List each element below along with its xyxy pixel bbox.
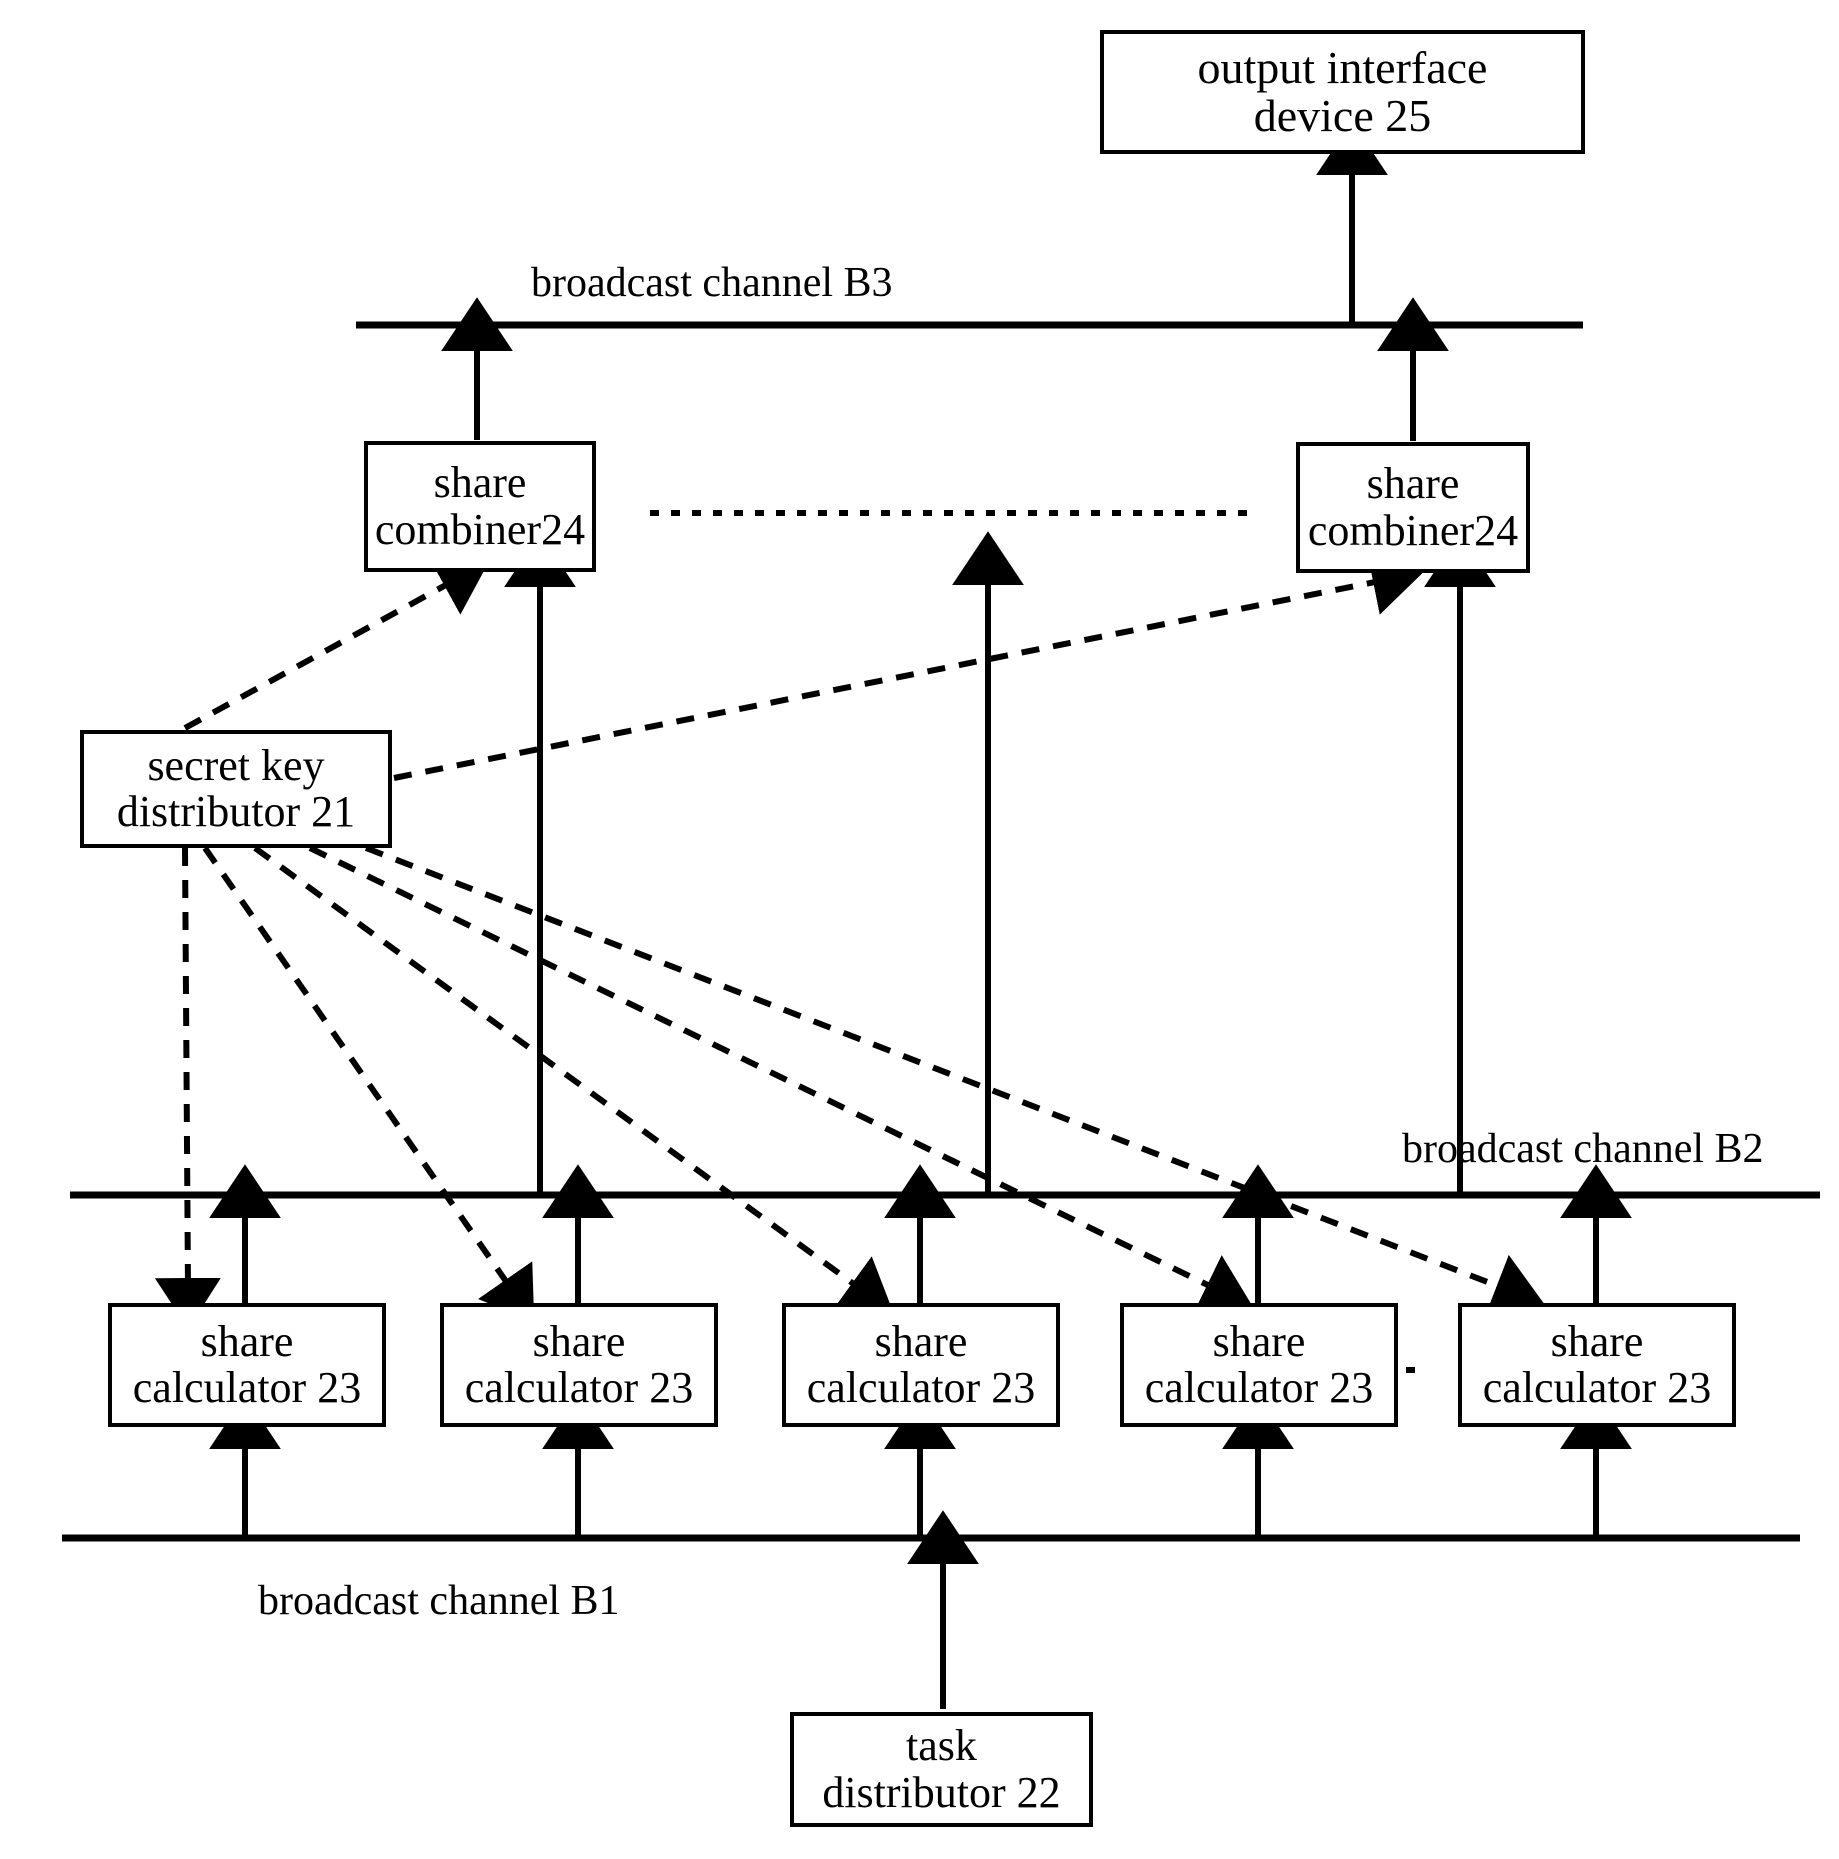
broadcast-channel-b2-label: broadcast channel B2 <box>1402 1126 1764 1172</box>
share-calculator-box-4[interactable]: share calculator 23 <box>1120 1303 1398 1427</box>
dashed-key-to-calculator-3 <box>253 845 894 1313</box>
secret-key-distributor-box[interactable]: secret key distributor 21 <box>80 730 392 848</box>
share-calculator-box-1[interactable]: share calculator 23 <box>108 1303 386 1427</box>
dashed-key-to-combiner-left <box>183 556 490 731</box>
share-calculator-2-line1: share <box>532 1316 626 1366</box>
share-combiner-left-line1: share <box>433 458 527 508</box>
share-combiner-left-line2: combiner24 <box>374 504 586 554</box>
share-calculator-3-line2: calculator 23 <box>806 1363 1036 1412</box>
output-interface-device-box[interactable]: output interface device 25 <box>1100 30 1585 154</box>
share-calculator-1-line2: calculator 23 <box>132 1363 362 1412</box>
share-calculator-5-line2: calculator 23 <box>1482 1363 1712 1412</box>
task-distributor-line1: task <box>906 1721 977 1771</box>
share-combiner-right-box[interactable]: share combiner24 <box>1296 442 1530 573</box>
share-calculator-box-5[interactable]: share calculator 23 <box>1458 1303 1736 1427</box>
dashed-key-to-calculator-4 <box>308 845 1254 1315</box>
output-interface-device-line1: output interface <box>1197 41 1488 93</box>
share-calculator-2-line2: calculator 23 <box>464 1363 694 1412</box>
share-calculator-1-line1: share <box>200 1316 294 1366</box>
share-combiner-left-box[interactable]: share combiner24 <box>364 441 596 572</box>
figure-canvas: output interface device 25 share combine… <box>0 0 1839 1859</box>
share-calculator-5-line1: share <box>1550 1316 1644 1366</box>
task-distributor-line2: distributor 22 <box>822 1767 1061 1817</box>
secret-key-distributor-line1: secret key <box>147 740 325 790</box>
dashed-key-to-calculator-2 <box>202 846 535 1323</box>
share-combiner-right-line1: share <box>1366 459 1460 509</box>
task-distributor-box[interactable]: task distributor 22 <box>790 1712 1093 1827</box>
share-calculator-4-line1: share <box>1212 1316 1306 1366</box>
secret-key-distributor-line2: distributor 21 <box>116 787 356 836</box>
share-combiner-right-line2: combiner24 <box>1307 505 1519 555</box>
share-calculator-3-line1: share <box>874 1316 968 1366</box>
broadcast-channel-b3-label: broadcast channel B3 <box>531 260 893 306</box>
share-calculator-box-2[interactable]: share calculator 23 <box>440 1303 718 1427</box>
output-interface-device-line2: device 25 <box>1253 90 1432 141</box>
share-calculator-4-line2: calculator 23 <box>1144 1363 1374 1412</box>
dashed-key-to-calculator-1 <box>154 847 221 1329</box>
dashed-key-to-calculator-5 <box>364 845 1545 1317</box>
share-calculator-box-3[interactable]: share calculator 23 <box>782 1303 1060 1427</box>
broadcast-channel-b1-label: broadcast channel B1 <box>258 1578 620 1624</box>
dashed-key-to-combiner-right <box>393 549 1424 781</box>
